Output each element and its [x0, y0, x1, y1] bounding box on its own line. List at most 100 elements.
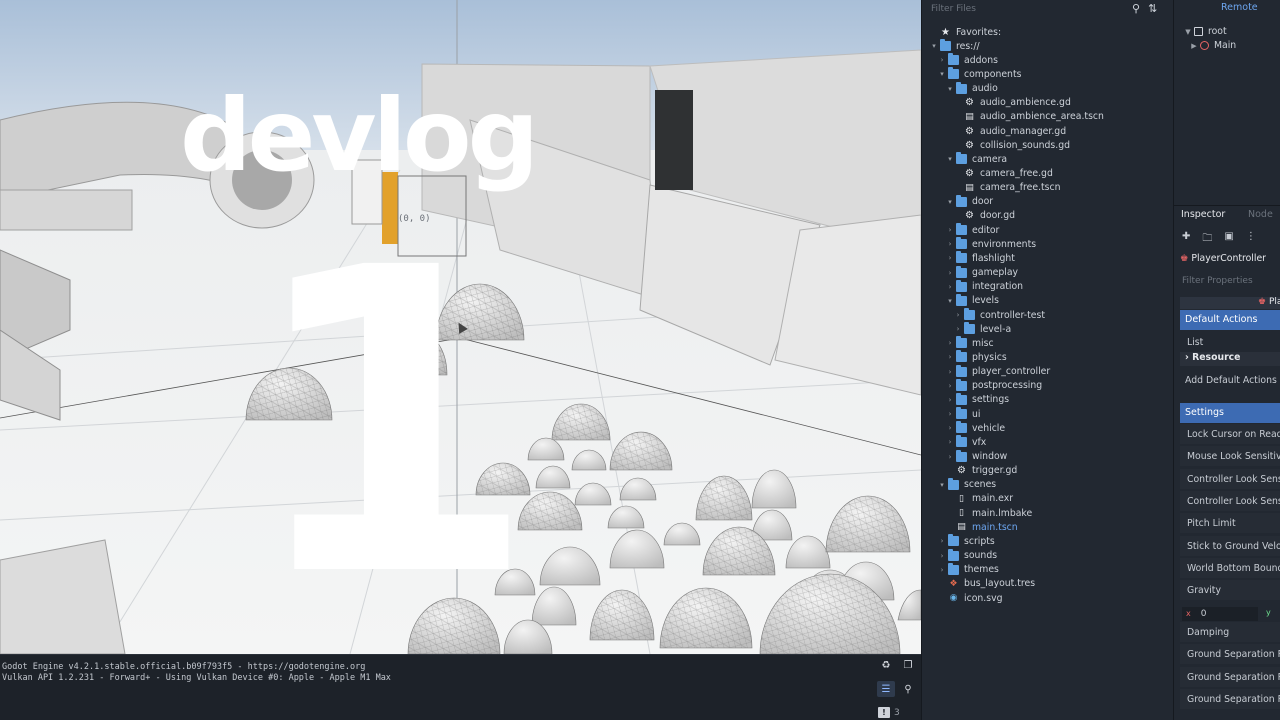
save-icon[interactable]: ▣ — [1224, 231, 1233, 248]
file-tree-item[interactable]: ▾ res:// — [930, 39, 980, 53]
file-tree-item[interactable]: › controller-test — [954, 308, 1045, 322]
chevron-right-icon[interactable]: › — [946, 410, 954, 418]
file-tree-item[interactable]: ⚙ trigger.gd — [946, 464, 1017, 478]
file-tree-item[interactable]: ▤ main.tscn — [946, 520, 1017, 534]
chevron-down-icon[interactable]: ▼ — [1184, 28, 1192, 36]
file-tree-item[interactable]: › environments — [946, 237, 1036, 251]
file-tree-item[interactable]: › settings — [946, 392, 1009, 407]
chevron-right-icon[interactable]: › — [954, 325, 962, 333]
chevron-right-icon[interactable]: › — [946, 269, 954, 277]
add-default-actions-button[interactable]: Add Default Actions — [1185, 375, 1277, 386]
chevron-down-icon[interactable]: ▾ — [946, 297, 954, 305]
search-icon[interactable]: ⚲ — [1132, 2, 1140, 15]
file-tree-item[interactable]: ▾ scenes — [938, 477, 996, 492]
chevron-right-icon[interactable]: › — [954, 311, 962, 319]
open-folder-icon[interactable]: 🗀 — [1202, 231, 1212, 248]
file-tree-item[interactable]: ▾ levels — [946, 293, 999, 308]
filter-files-input[interactable]: Filter Files — [926, 1, 1146, 17]
file-tree-item[interactable]: › player_controller — [946, 364, 1050, 379]
chevron-right-icon[interactable]: › — [946, 438, 954, 446]
node3d-icon — [1200, 41, 1209, 50]
chevron-right-icon[interactable]: › — [946, 453, 954, 461]
inspected-object[interactable]: ♚ PlayerController — [1180, 253, 1266, 264]
chevron-down-icon[interactable]: ▾ — [938, 70, 946, 78]
file-tree-item[interactable]: ⚙ door.gd — [954, 209, 1015, 223]
file-tree-item[interactable]: › window — [946, 449, 1007, 464]
chevron-right-icon[interactable]: › — [938, 552, 946, 560]
search-icon[interactable]: ⚲ — [899, 681, 917, 697]
chevron-right-icon[interactable]: › — [946, 424, 954, 432]
file-tree-item-label: ui — [972, 408, 981, 420]
chevron-down-icon[interactable]: ▾ — [938, 481, 946, 489]
filter-icon[interactable]: ☰ — [877, 681, 895, 697]
inspector-dock: Inspector Node ✚ 🗀 ▣ ⋮ ♚ PlayerControlle… — [1173, 205, 1280, 720]
file-tree-item[interactable]: ▾ components — [938, 67, 1021, 81]
chevron-right-icon[interactable]: ▶ — [1190, 42, 1198, 50]
sub-resource[interactable]: › Resource — [1180, 352, 1280, 366]
chevron-right-icon[interactable]: › — [946, 283, 954, 291]
file-tree-item[interactable]: › editor — [946, 223, 999, 237]
file-tree-item[interactable]: › themes — [938, 562, 999, 577]
tab-inspector[interactable]: Inspector — [1181, 209, 1225, 220]
chevron-down-icon[interactable]: ▾ — [946, 155, 954, 163]
file-tree-item[interactable]: › level-a — [954, 322, 1011, 336]
remote-tab[interactable]: Remote — [1221, 2, 1258, 13]
gravity-x-field[interactable]: x0 — [1182, 607, 1258, 621]
section-default-actions[interactable]: Default Actions — [1180, 310, 1280, 330]
scene-node-root[interactable]: ▼ root — [1184, 25, 1226, 38]
tab-node[interactable]: Node — [1248, 209, 1273, 220]
file-tree-item[interactable]: › vehicle — [946, 421, 1005, 435]
file-tree-item[interactable]: › physics — [946, 350, 1007, 364]
section-settings[interactable]: Settings — [1180, 403, 1280, 423]
chevron-down-icon[interactable]: ▾ — [946, 85, 954, 93]
chevron-right-icon[interactable]: › — [946, 254, 954, 262]
file-tree-item[interactable]: ▾ audio — [946, 81, 998, 96]
error-filter-toggle[interactable]: ! 3 — [878, 707, 900, 718]
file-tree-item[interactable]: ▾ door — [946, 194, 993, 209]
chevron-right-icon[interactable]: › — [946, 339, 954, 347]
chevron-right-icon[interactable]: › — [946, 396, 954, 404]
filter-properties-input[interactable]: Filter Properties — [1182, 276, 1253, 286]
file-tree-item[interactable]: ▤ audio_ambience_area.tscn — [954, 110, 1104, 124]
file-tree-item[interactable]: › flashlight — [946, 251, 1015, 265]
file-tree-item[interactable]: › gameplay — [946, 265, 1018, 280]
file-tree-item-label: environments — [972, 238, 1037, 250]
chevron-right-icon[interactable]: › — [946, 382, 954, 390]
chevron-right-icon[interactable]: › — [938, 566, 946, 574]
file-tree-item[interactable]: ▯ main.lmbake — [946, 506, 1032, 520]
chevron-right-icon[interactable]: › — [938, 56, 946, 64]
file-tree-item[interactable]: › integration — [946, 279, 1023, 294]
chevron-down-icon[interactable]: ▾ — [930, 42, 938, 50]
copy-icon[interactable]: ❐ — [899, 657, 917, 673]
chevron-right-icon[interactable]: › — [938, 537, 946, 545]
file-tree-item[interactable]: › postprocessing — [946, 378, 1042, 393]
file-tree-item[interactable]: ★ Favorites: — [930, 25, 1001, 39]
file-tree-item[interactable]: ▤ camera_free.tscn — [954, 181, 1060, 195]
file-tree-item[interactable]: ⚙ audio_manager.gd — [954, 124, 1066, 138]
file-tree-item[interactable]: › addons — [938, 53, 998, 67]
chevron-right-icon[interactable]: › — [946, 368, 954, 376]
file-tree-item[interactable]: ⚙ audio_ambience.gd — [954, 96, 1071, 110]
new-resource-icon[interactable]: ✚ — [1182, 231, 1190, 248]
file-tree-item[interactable]: ❖ bus_layout.tres — [938, 577, 1035, 591]
file-tree-item[interactable]: › ui — [946, 407, 980, 421]
file-tree-item[interactable]: › misc — [946, 336, 994, 350]
chevron-down-icon[interactable]: ▾ — [946, 198, 954, 206]
file-tree-item[interactable]: ▾ camera — [946, 152, 1007, 166]
more-options-icon[interactable]: ⋮ — [1246, 231, 1256, 248]
broom-icon[interactable]: ♻ — [877, 657, 895, 673]
chevron-right-icon[interactable]: › — [946, 353, 954, 361]
file-tree-item[interactable]: › sounds — [938, 548, 997, 563]
sort-icon[interactable]: ⇅ — [1148, 2, 1157, 15]
scene-node-main[interactable]: ▶ Main — [1190, 39, 1236, 52]
file-tree-item[interactable]: ⚙ collision_sounds.gd — [954, 138, 1070, 152]
file-tree-item[interactable]: ⚙ camera_free.gd — [954, 167, 1053, 181]
chevron-right-icon[interactable]: › — [946, 240, 954, 248]
file-tree-item[interactable]: › scripts — [938, 534, 995, 548]
file-tree-item[interactable]: › vfx — [946, 435, 986, 449]
3d-viewport[interactable]: (0, 0) devlog 1 — [0, 0, 921, 654]
chevron-right-icon[interactable]: › — [946, 226, 954, 234]
file-tree-item[interactable]: ◉ icon.svg — [938, 591, 1003, 605]
file-tree-item[interactable]: ▯ main.exr — [946, 492, 1013, 506]
scene-dock: Remote ▼ root ▶ Main — [1173, 0, 1280, 205]
